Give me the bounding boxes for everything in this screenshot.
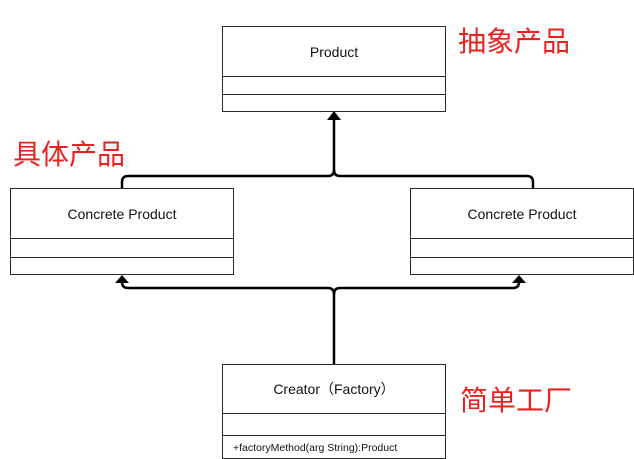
inheritance-connector: [120, 120, 336, 188]
concrete-product-right-class[interactable]: Concrete Product: [410, 188, 634, 275]
concrete-product-left-name: Concrete Product: [67, 205, 177, 222]
creator-factory-method: +factoryMethod(arg String):Product: [223, 435, 445, 459]
product-class-name: Product: [309, 43, 359, 60]
creator-attributes-section: [223, 413, 445, 435]
annotation-abstract-product: 抽象产品: [458, 25, 571, 58]
product-class[interactable]: Product: [222, 26, 446, 112]
creator-class-name: Creator（Factory）: [273, 381, 395, 397]
creator-class[interactable]: Creator（Factory） +factoryMethod(arg Stri…: [222, 364, 446, 459]
dependency-connector: [120, 281, 336, 364]
inheritance-connector: [332, 169, 535, 188]
product-methods-section: [223, 94, 445, 111]
concrete-product-left-class[interactable]: Concrete Product: [10, 188, 234, 275]
dependency-connector: [332, 281, 521, 295]
arrowhead-up: [327, 111, 341, 120]
arrowhead-up: [115, 275, 129, 283]
concrete-product-right-attributes: [411, 238, 633, 257]
product-attributes-section: [223, 76, 445, 94]
concrete-product-left-attributes: [11, 238, 233, 257]
arrowhead-up: [512, 275, 526, 283]
concrete-product-right-name: Concrete Product: [467, 205, 577, 222]
concrete-product-right-methods: [411, 257, 633, 274]
annotation-concrete-product: 具体产品: [13, 138, 126, 171]
concrete-product-left-methods: [11, 257, 233, 274]
annotation-simple-factory: 简单工厂: [460, 384, 573, 417]
